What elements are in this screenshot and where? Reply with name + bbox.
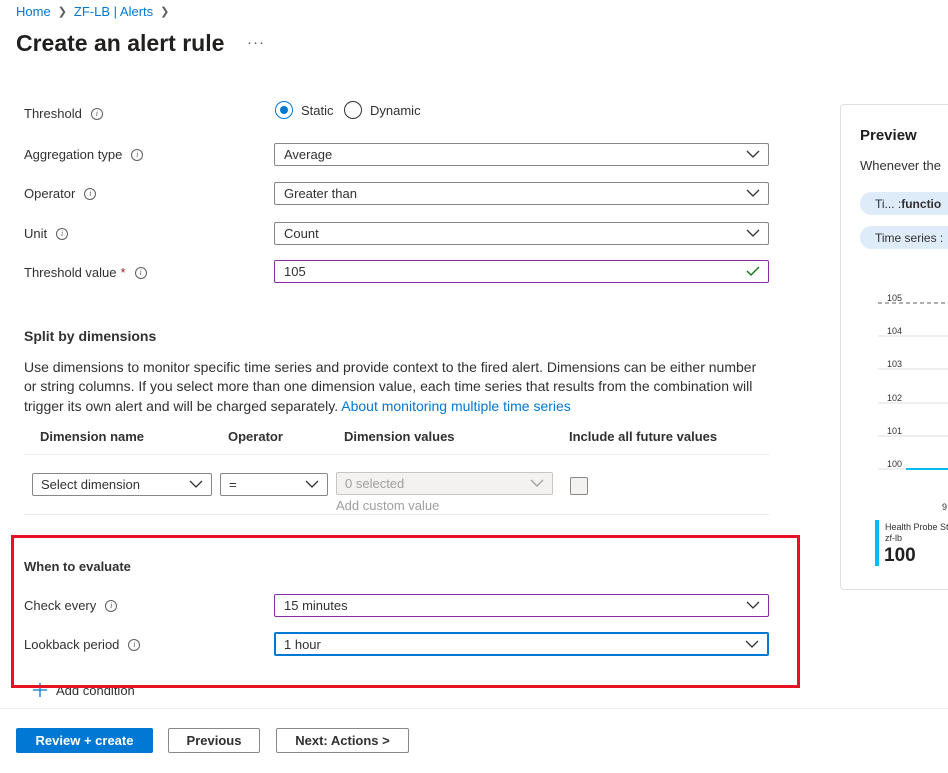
chevron-down-icon	[189, 480, 203, 488]
threshold-value-input[interactable]: 105	[274, 260, 769, 283]
table-divider	[24, 454, 769, 455]
info-icon[interactable]: i	[84, 187, 97, 200]
radio-static[interactable]: Static	[275, 101, 334, 119]
chevron-right-icon: ❯	[160, 5, 170, 18]
legend-value: 100	[884, 545, 916, 566]
chevron-down-icon	[746, 229, 760, 237]
preview-title: Preview	[860, 127, 917, 144]
preview-pill-aggregation: Ti... : functio	[860, 192, 948, 215]
page-title: Create an alert rule	[16, 30, 225, 56]
review-create-button[interactable]: Review + create	[16, 728, 153, 753]
radio-selected-icon	[275, 101, 293, 119]
required-marker: *	[120, 265, 126, 280]
unit-label: Unit i	[24, 226, 69, 241]
breadcrumb-home[interactable]: Home	[16, 4, 51, 19]
info-icon[interactable]: i	[90, 107, 103, 120]
info-icon[interactable]: i	[131, 148, 144, 161]
legend-color-bar	[875, 520, 879, 566]
preview-pill-timeseries: Time series :	[860, 226, 948, 249]
operator-dropdown[interactable]: Greater than	[274, 182, 769, 205]
info-icon[interactable]: i	[134, 266, 147, 279]
radio-dynamic[interactable]: Dynamic	[344, 101, 421, 119]
chevron-down-icon	[305, 480, 319, 488]
column-include-future: Include all future values	[569, 429, 718, 444]
radio-unselected-icon	[344, 101, 362, 119]
dimension-values-dropdown: 0 selected	[336, 472, 553, 495]
next-actions-button[interactable]: Next: Actions >	[276, 728, 409, 753]
chevron-down-icon	[746, 189, 760, 197]
operator-label: Operator i	[24, 186, 97, 201]
table-divider	[24, 514, 769, 515]
more-options-button[interactable]: ···	[247, 34, 265, 51]
aggregation-type-dropdown[interactable]: Average	[274, 143, 769, 166]
breadcrumb-alerts[interactable]: ZF-LB | Alerts	[74, 4, 153, 19]
preview-whenever-text: Whenever the	[860, 158, 941, 173]
preview-chart	[878, 302, 948, 470]
threshold-label: Threshold i	[24, 106, 103, 121]
legend-resource: zf-lb	[885, 533, 903, 543]
chevron-down-icon	[530, 479, 544, 487]
highlight-box	[11, 535, 800, 688]
previous-button[interactable]: Previous	[168, 728, 260, 753]
x-tick-label: 9	[942, 502, 948, 512]
info-icon[interactable]: i	[56, 227, 69, 240]
footer-divider	[0, 708, 948, 709]
column-dimension-values: Dimension values	[344, 429, 455, 444]
chevron-down-icon	[746, 150, 760, 158]
about-multiple-series-link[interactable]: About monitoring multiple time series	[341, 398, 571, 414]
dimension-name-dropdown[interactable]: Select dimension	[32, 473, 212, 496]
split-section-title: Split by dimensions	[24, 328, 157, 344]
add-custom-value: Add custom value	[336, 498, 440, 513]
breadcrumb: Home ❯ ZF-LB | Alerts ❯	[16, 3, 176, 19]
aggregation-type-label: Aggregation type i	[24, 147, 144, 162]
legend-series-name: Health Probe St	[885, 522, 948, 532]
checkmark-icon	[746, 266, 760, 276]
dimension-operator-dropdown[interactable]: =	[220, 473, 328, 496]
split-description: Use dimensions to monitor specific time …	[24, 359, 757, 414]
threshold-value-label: Threshold value * i	[24, 265, 147, 280]
chevron-right-icon: ❯	[57, 5, 67, 18]
include-future-checkbox[interactable]	[570, 477, 588, 495]
column-operator: Operator	[228, 429, 283, 444]
column-dimension-name: Dimension name	[40, 429, 145, 444]
unit-dropdown[interactable]: Count	[274, 222, 769, 245]
